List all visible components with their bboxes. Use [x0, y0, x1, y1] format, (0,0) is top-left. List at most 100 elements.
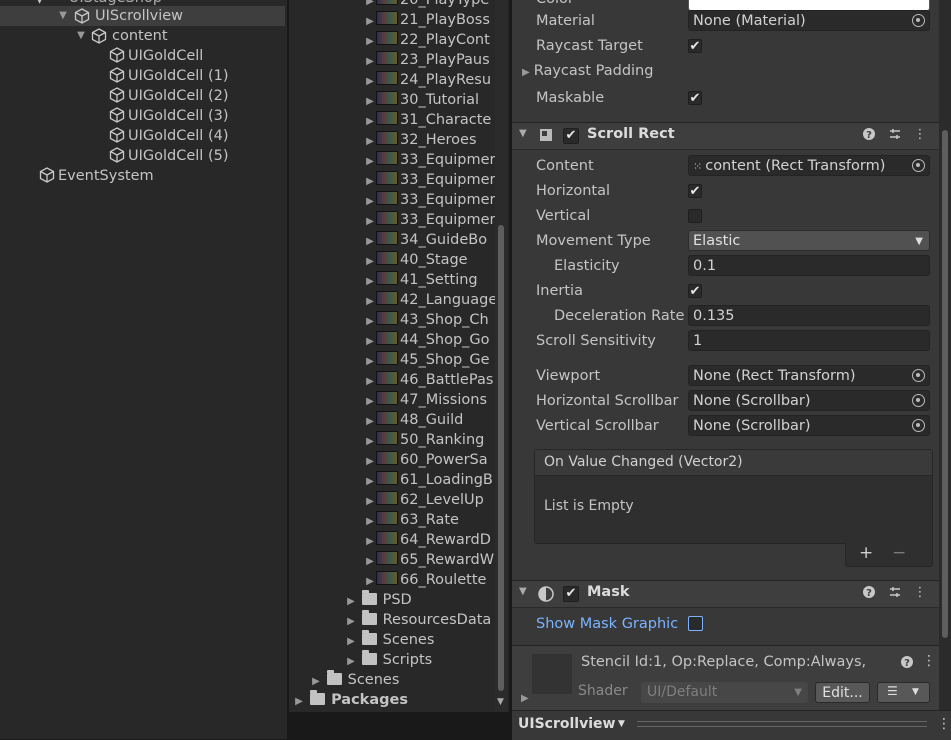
expand-arrow-icon[interactable]: ▶ — [345, 592, 357, 612]
asset-prefab-item[interactable]: ▶ 46_BattlePas — [364, 370, 493, 390]
folder-scripts[interactable]: ▶ Scripts — [345, 650, 432, 670]
expand-arrow-icon[interactable]: ▶ — [345, 632, 357, 652]
hierarchy-item-uigoldcell[interactable]: UIGoldCell — [109, 46, 203, 66]
expand-arrow-icon[interactable]: ▶ — [364, 152, 376, 172]
hierarchy-item-eventsystem[interactable]: EventSystem — [39, 166, 154, 186]
expand-arrow-icon[interactable]: ▶ — [364, 412, 376, 432]
hierarchy-item-uigoldcell-3[interactable]: UIGoldCell (3) — [109, 106, 228, 126]
material-field[interactable]: None (Material) — [688, 10, 930, 31]
expand-arrow-icon[interactable]: ▶ — [364, 112, 376, 132]
asset-prefab-item[interactable]: ▶ 43_Shop_Ch — [364, 310, 489, 330]
expand-arrow-icon[interactable]: ▶ — [364, 332, 376, 352]
dropdown-arrow-icon[interactable]: ▼ — [618, 719, 625, 729]
shader-dropdown[interactable]: UI/Default ▼ — [641, 682, 808, 703]
collapse-arrow-icon[interactable]: ▼ — [519, 586, 527, 597]
asset-prefab-item[interactable]: ▶ 63_Rate — [364, 510, 459, 530]
more-options-icon[interactable]: ⋮ — [937, 716, 951, 732]
remove-event-button[interactable]: − — [892, 543, 906, 563]
project-scrollbar[interactable]: ▼ — [495, 0, 507, 712]
component-enabled-checkbox[interactable]: ✔ — [563, 128, 579, 144]
asset-prefab-item[interactable]: ▶ 24_PlayResu — [364, 70, 491, 90]
hierarchy-item-uiscrollview[interactable]: ▼ UIScrollview — [0, 6, 285, 26]
expand-arrow-icon[interactable]: ▶ — [364, 252, 376, 272]
asset-prefab-item[interactable]: ▶ 47_Missions — [364, 390, 487, 410]
collapse-arrow-icon[interactable]: ▼ — [57, 6, 69, 26]
expand-arrow-icon[interactable]: ▶ — [364, 192, 376, 212]
more-options-icon[interactable]: ⋮ — [912, 127, 928, 143]
expand-arrow-icon[interactable]: ▶ — [364, 52, 376, 72]
expand-arrow-icon[interactable]: ▶ — [364, 272, 376, 292]
collapse-arrow-icon[interactable]: ▼ — [75, 26, 87, 46]
expand-arrow-icon[interactable]: ▶ — [364, 12, 376, 32]
preset-icon[interactable] — [887, 585, 903, 601]
collapse-arrow-icon[interactable]: ▼ — [519, 128, 527, 139]
expand-arrow-icon[interactable]: ▶ — [364, 232, 376, 252]
expand-arrow-icon[interactable]: ▶ — [364, 572, 376, 592]
add-event-button[interactable]: + — [859, 543, 873, 563]
asset-prefab-item[interactable]: ▶ 22_PlayCont — [364, 30, 490, 50]
asset-prefab-item[interactable]: ▶ 64_RewardD — [364, 530, 491, 550]
expand-arrow-icon[interactable]: ▶ — [293, 692, 305, 712]
expand-arrow-icon[interactable]: ▶ — [521, 693, 529, 704]
footer-object-name[interactable]: UIScrollview — [518, 716, 615, 732]
asset-prefab-item[interactable]: ▶ 30_Tutorial — [364, 90, 479, 110]
asset-prefab-item[interactable]: ▶ 66_Roulette — [364, 570, 486, 590]
hierarchy-item-uigoldcell-5[interactable]: UIGoldCell (5) — [109, 146, 228, 166]
mask-header[interactable]: ▼ ✔ Mask ? ⋮ — [512, 580, 939, 608]
asset-prefab-item[interactable]: ▶ 42_Language — [364, 290, 497, 310]
folder-root-scenes[interactable]: ▶ Scenes — [310, 670, 399, 690]
asset-prefab-item[interactable]: ▶ 45_Shop_Ge — [364, 350, 490, 370]
asset-prefab-item[interactable]: ▶ 44_Shop_Go — [364, 330, 490, 350]
expand-arrow-icon[interactable]: ▶ — [364, 552, 376, 572]
asset-prefab-item[interactable]: ▶ 31_Characte — [364, 110, 491, 130]
asset-prefab-item[interactable]: ▶ 23_PlayPaus — [364, 50, 490, 70]
vertical-checkbox[interactable] — [688, 209, 702, 223]
asset-prefab-item[interactable]: ▶ 62_LevelUp — [364, 490, 484, 510]
content-field[interactable]: ⁙ content (Rect Transform) — [688, 155, 930, 176]
expand-arrow-icon[interactable]: ▶ — [364, 492, 376, 512]
component-enabled-checkbox[interactable]: ✔ — [563, 586, 579, 602]
maskable-checkbox[interactable]: ✔ — [688, 91, 702, 105]
asset-prefab-item[interactable]: ▶ 33_Equipmer — [364, 190, 496, 210]
expand-arrow-icon[interactable]: ▶ — [345, 612, 357, 632]
object-picker-icon[interactable] — [912, 394, 925, 407]
expand-arrow-icon[interactable]: ▶ — [364, 512, 376, 532]
expand-arrow-icon[interactable]: ▶ — [364, 172, 376, 192]
hierarchy-item-uigoldcell-2[interactable]: UIGoldCell (2) — [109, 86, 228, 106]
asset-prefab-item[interactable]: ▶ 60_PowerSa — [364, 450, 488, 470]
asset-prefab-item[interactable]: ▶ 32_Heroes — [364, 130, 477, 150]
scrollbar-thumb[interactable] — [498, 225, 504, 691]
expand-arrow-icon[interactable]: ▶ — [364, 132, 376, 152]
splitter-handle[interactable] — [637, 721, 927, 727]
expand-arrow-icon[interactable]: ▶ — [364, 452, 376, 472]
inertia-checkbox[interactable]: ✔ — [688, 284, 702, 298]
asset-prefab-item[interactable]: ▶ 61_LoadingB — [364, 470, 493, 490]
asset-prefab-item[interactable]: ▶ 21_PlayBoss — [364, 10, 490, 30]
edit-shader-button[interactable]: Edit... — [815, 682, 870, 703]
inspector-scrollbar[interactable] — [939, 0, 951, 710]
expand-arrow-icon[interactable]: ▶ — [345, 652, 357, 672]
asset-prefab-item[interactable]: ▶ 50_Ranking — [364, 430, 484, 450]
asset-prefab-item[interactable]: ▶ 33_Equipmer — [364, 170, 496, 190]
help-icon[interactable]: ? — [900, 655, 914, 669]
hierarchy-item-content[interactable]: ▼ content — [0, 26, 285, 46]
expand-arrow-icon[interactable]: ▶ — [364, 312, 376, 332]
expand-arrow-icon[interactable]: ▶ — [364, 472, 376, 492]
expand-arrow-icon[interactable]: ▶ — [364, 292, 376, 312]
expand-arrow-icon[interactable]: ▶ — [364, 352, 376, 372]
asset-prefab-item[interactable]: ▶ 20_PlayType — [364, 0, 489, 10]
object-picker-icon[interactable] — [912, 419, 925, 432]
asset-prefab-item[interactable]: ▶ 33_Equipmer — [364, 150, 496, 170]
expand-arrow-icon[interactable]: ▶ — [364, 532, 376, 552]
more-options-icon[interactable]: ⋮ — [922, 653, 936, 669]
folder-packages[interactable]: ▶ Packages — [293, 690, 408, 710]
help-icon[interactable]: ? — [861, 585, 877, 601]
deceleration-rate-field[interactable]: 0.135 — [688, 305, 930, 326]
vertical-scrollbar-field[interactable]: None (Scrollbar) — [688, 415, 930, 436]
expand-arrow-icon[interactable]: ▶ — [364, 32, 376, 52]
object-picker-icon[interactable] — [912, 159, 925, 172]
asset-prefab-item[interactable]: ▶ 41_Setting — [364, 270, 478, 290]
object-picker-icon[interactable] — [912, 14, 925, 27]
viewport-field[interactable]: None (Rect Transform) — [688, 365, 930, 386]
expand-arrow-icon[interactable]: ▶ — [364, 392, 376, 412]
